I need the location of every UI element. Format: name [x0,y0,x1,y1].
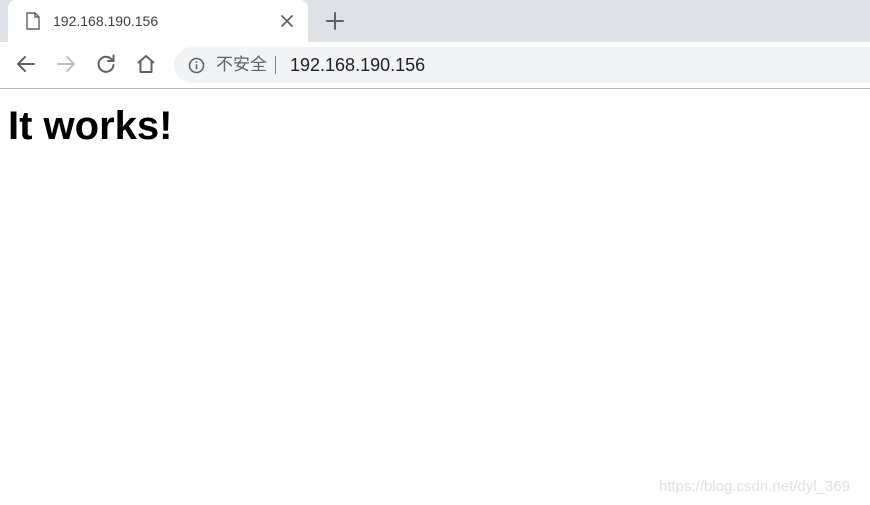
watermark: https://blog.csdn.net/dyl_369 [659,478,850,495]
security-status-label[interactable]: 不安全 [216,55,267,75]
tab-strip: 192.168.190.156 [0,0,870,42]
plus-icon[interactable] [324,10,346,32]
tab-title: 192.168.190.156 [53,13,159,29]
url-text[interactable]: 192.168.190.156 [290,54,425,76]
page-content: It works! https://blog.csdn.net/dyl_369 [0,89,870,505]
info-icon[interactable] [188,57,205,74]
page-heading: It works! [8,104,173,148]
home-icon[interactable] [134,52,158,76]
omnibox-separator [275,56,276,74]
address-bar[interactable]: 不安全 192.168.190.156 [174,47,870,83]
arrow-left-icon[interactable] [14,52,38,76]
reload-icon[interactable] [94,52,118,76]
page-icon [26,12,40,30]
arrow-right-icon[interactable] [54,52,78,76]
browser-tab[interactable]: 192.168.190.156 [8,0,308,42]
close-icon[interactable] [278,12,296,30]
toolbar: 不安全 192.168.190.156 [0,42,870,88]
